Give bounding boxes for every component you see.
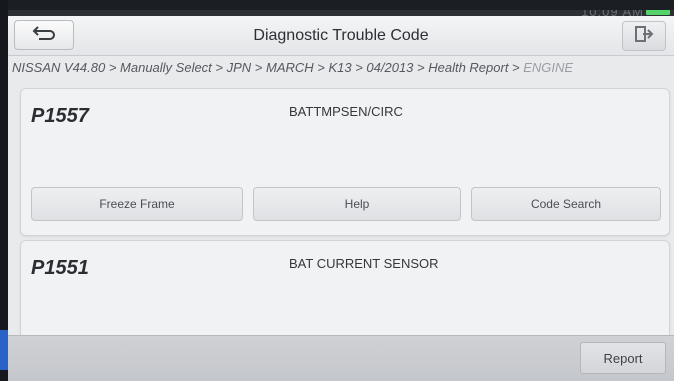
report-button[interactable]: Report xyxy=(580,342,666,374)
help-button[interactable]: Help xyxy=(253,187,461,221)
dtc-card[interactable]: P1551 BAT CURRENT SENSOR xyxy=(20,240,670,340)
breadcrumb-current: ENGINE xyxy=(523,60,574,75)
bezel-accent xyxy=(0,330,8,370)
battery-icon xyxy=(646,10,670,15)
dtc-description: BAT CURRENT SENSOR xyxy=(289,256,439,271)
page-title: Diagnostic Trouble Code xyxy=(253,27,429,44)
exit-button[interactable] xyxy=(622,21,666,51)
app-screen: 10:09 AM Diagnostic Trouble Code NISSAN … xyxy=(8,10,674,381)
code-search-button[interactable]: Code Search xyxy=(471,187,661,221)
title-bar: Diagnostic Trouble Code xyxy=(8,16,674,56)
exit-icon xyxy=(634,25,654,48)
dtc-code: P1557 xyxy=(31,105,89,127)
dtc-card[interactable]: P1557 BATTMPSEN/CIRC Freeze Frame Help C… xyxy=(20,88,670,236)
footer-bar: Report xyxy=(8,335,674,381)
dtc-description: BATTMPSEN/CIRC xyxy=(289,104,403,119)
breadcrumb-path: NISSAN V44.80 > Manually Select > JPN > … xyxy=(12,60,524,75)
dtc-code: P1551 xyxy=(31,257,89,279)
breadcrumb: NISSAN V44.80 > Manually Select > JPN > … xyxy=(8,60,674,84)
device-bezel xyxy=(0,0,8,381)
freeze-frame-button[interactable]: Freeze Frame xyxy=(31,187,243,221)
